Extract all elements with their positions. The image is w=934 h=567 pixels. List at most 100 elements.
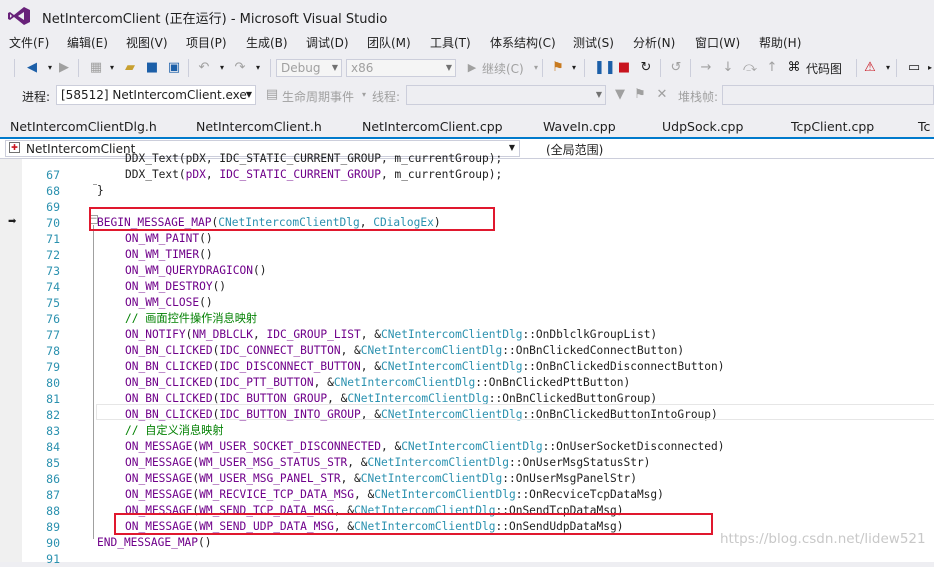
- step-over-icon[interactable]: ⤼: [742, 60, 758, 76]
- undo-icon[interactable]: ↶: [196, 60, 212, 76]
- code-line[interactable]: 86 ON_MESSAGE(WM_USER_MSG_PANEL_STR, &CNe…: [0, 471, 934, 487]
- exception-settings-icon[interactable]: ⚠: [862, 60, 878, 76]
- save-icon[interactable]: ■: [144, 60, 160, 76]
- forward-icon[interactable]: ▶: [56, 60, 72, 76]
- tab-netintercomclient-cpp[interactable]: NetIntercomClient.cpp: [362, 119, 503, 134]
- code-line[interactable]: 74 ON_WM_DESTROY(): [0, 279, 934, 295]
- code-line[interactable]: 68}: [0, 183, 934, 199]
- current-line-highlight: [96, 404, 934, 420]
- code-line[interactable]: 80 ON_BN_CLICKED(IDC_PTT_BUTTON, &CNetInt…: [0, 375, 934, 391]
- outline-end: [93, 184, 97, 185]
- tab-netintercomclientdlg-h[interactable]: NetIntercomClientDlg.h: [10, 119, 157, 134]
- menu-view[interactable]: 视图(V): [126, 34, 168, 51]
- chevron-down-icon: ▼: [445, 63, 452, 72]
- code-line[interactable]: 79 ON_BN_CLICKED(IDC_DISCONNECT_BUTTON, &…: [0, 359, 934, 375]
- save-all-icon[interactable]: ▣: [166, 60, 182, 76]
- line-number: 91: [46, 552, 60, 566]
- code-token: CNetIntercomClientDlg: [401, 440, 543, 453]
- code-token: (): [199, 232, 213, 245]
- menu-debug[interactable]: 调试(D): [306, 34, 349, 51]
- menu-team[interactable]: 团队(M): [367, 34, 411, 51]
- new-project-icon[interactable]: ▦: [88, 60, 104, 76]
- code-map-icon[interactable]: ⌘: [786, 60, 802, 76]
- lifecycle-icon[interactable]: ▤: [264, 87, 280, 103]
- continue-button[interactable]: 继续(C): [482, 60, 524, 77]
- menu-help[interactable]: 帮助(H): [759, 34, 801, 51]
- code-token: ON_BN_CLICKED: [125, 344, 213, 357]
- platform-value: x86: [351, 61, 374, 75]
- continue-play-icon[interactable]: ▶: [464, 60, 480, 76]
- menu-project[interactable]: 项目(P): [186, 34, 227, 51]
- code-line[interactable]: 87 ON_MESSAGE(WM_RECVICE_TCP_DATA_MSG, &C…: [0, 487, 934, 503]
- menu-architecture[interactable]: 体系结构(C): [490, 34, 556, 51]
- menu-tools[interactable]: 工具(T): [430, 34, 471, 51]
- code-line[interactable]: 84 ON_MESSAGE(WM_USER_SOCKET_DISCONNECTED…: [0, 439, 934, 455]
- pause-icon[interactable]: ❚❚: [594, 60, 616, 76]
- process-select[interactable]: [58512] NetIntercomClient.exe ▼: [56, 85, 256, 105]
- code-line[interactable]: 67 DDX_Text(pDX, IDC_STATIC_CURRENT_GROUP…: [0, 167, 934, 183]
- open-folder-icon[interactable]: ▰: [122, 60, 138, 76]
- redo-icon[interactable]: ↷: [232, 60, 248, 76]
- tab-wavein-cpp[interactable]: WaveIn.cpp: [543, 119, 616, 134]
- tab-overflow[interactable]: Tc: [918, 119, 930, 134]
- undo-dropdown-icon[interactable]: ▾: [214, 60, 230, 76]
- step-into-icon[interactable]: ↓: [720, 60, 736, 76]
- code-token: pDX: [185, 168, 206, 181]
- thread-select[interactable]: ▼: [406, 85, 606, 105]
- menu-test[interactable]: 测试(S): [573, 34, 614, 51]
- code-map-button[interactable]: 代码图: [806, 60, 842, 77]
- lifecycle-events-button[interactable]: 生命周期事件: [282, 88, 354, 105]
- code-line[interactable]: 83 // 自定义消息映射: [0, 423, 934, 439]
- code-line[interactable]: 71 ON_WM_PAINT(): [0, 231, 934, 247]
- restart-icon[interactable]: ↻: [638, 60, 654, 76]
- config-select[interactable]: Debug ▼: [276, 59, 342, 77]
- code-editor[interactable]: DDX_Text(pDX, IDC_STATIC_CURRENT_GROUP, …: [0, 152, 934, 566]
- code-line[interactable]: DDX_Text(pDX, IDC_STATIC_CURRENT_GROUP, …: [0, 151, 934, 167]
- line-number: 82: [46, 408, 60, 422]
- code-line[interactable]: 77 ON_NOTIFY(NM_DBLCLK, IDC_GROUP_LIST, &…: [0, 327, 934, 343]
- code-line[interactable]: 76 // 画面控件操作消息映射: [0, 311, 934, 327]
- chevron-down-icon: ▼: [331, 63, 338, 72]
- toggle-icon[interactable]: ✕: [654, 87, 670, 103]
- code-token: ON_MESSAGE: [125, 472, 193, 485]
- filter-icon[interactable]: ▼: [612, 87, 628, 103]
- line-number: 85: [46, 456, 60, 470]
- show-next-statement-icon[interactable]: →: [698, 60, 714, 76]
- process-label: 进程:: [22, 90, 51, 104]
- back-icon[interactable]: ◀: [24, 60, 40, 76]
- code-line[interactable]: 85 ON_MESSAGE(WM_USER_MSG_STATUS_STR, &CN…: [0, 455, 934, 471]
- platform-select[interactable]: x86 ▼: [346, 59, 456, 77]
- overflow-icon[interactable]: ▸: [922, 60, 934, 76]
- tab-udpsock-cpp[interactable]: UdpSock.cpp: [662, 119, 743, 134]
- tab-netintercomclient-h[interactable]: NetIntercomClient.h: [196, 119, 322, 134]
- visual-studio-logo-icon: [8, 7, 30, 25]
- flag-thread-icon[interactable]: ⚑: [632, 87, 648, 103]
- exception-dropdown-icon[interactable]: ▾: [880, 60, 896, 76]
- code-line[interactable]: 91: [0, 551, 934, 567]
- code-line[interactable]: 75 ON_WM_CLOSE(): [0, 295, 934, 311]
- menu-build[interactable]: 生成(B): [246, 34, 288, 51]
- code-line[interactable]: 73 ON_WM_QUERYDRAGICON(): [0, 263, 934, 279]
- menu-analyze[interactable]: 分析(N): [633, 34, 675, 51]
- menu-edit[interactable]: 编辑(E): [67, 34, 108, 51]
- stop-icon[interactable]: ■: [616, 60, 632, 76]
- lifecycle-dropdown-icon[interactable]: ▾: [356, 87, 372, 103]
- current-statement-arrow-icon: ➡: [8, 216, 17, 227]
- attach-dropdown-icon[interactable]: ▾: [566, 60, 582, 76]
- menu-window[interactable]: 窗口(W): [695, 34, 740, 51]
- title-bar: NetIntercomClient (正在运行) - Microsoft Vis…: [0, 0, 934, 32]
- redo-dropdown-icon[interactable]: ▾: [250, 60, 266, 76]
- code-token: WM_RECVICE_TCP_DATA_MSG: [199, 488, 355, 501]
- attach-icon[interactable]: ⚑: [550, 60, 566, 76]
- tab-tcpclient-cpp[interactable]: TcpClient.cpp: [791, 119, 874, 134]
- code-text: DDX_Text(pDX, IDC_STATIC_CURRENT_GROUP, …: [125, 167, 502, 183]
- window-layout-icon[interactable]: ▭: [906, 60, 922, 76]
- code-line[interactable]: 78 ON_BN_CLICKED(IDC_CONNECT_BUTTON, &CNe…: [0, 343, 934, 359]
- menu-file[interactable]: 文件(F): [9, 34, 49, 51]
- stack-frame-select[interactable]: [722, 85, 934, 105]
- step-out-icon[interactable]: ↑: [764, 60, 780, 76]
- apply-changes-icon[interactable]: ↺: [668, 60, 684, 76]
- code-line[interactable]: 72 ON_WM_TIMER(): [0, 247, 934, 263]
- new-dropdown-icon[interactable]: ▾: [104, 60, 120, 76]
- code-token: ON_BN_CLICKED: [125, 360, 213, 373]
